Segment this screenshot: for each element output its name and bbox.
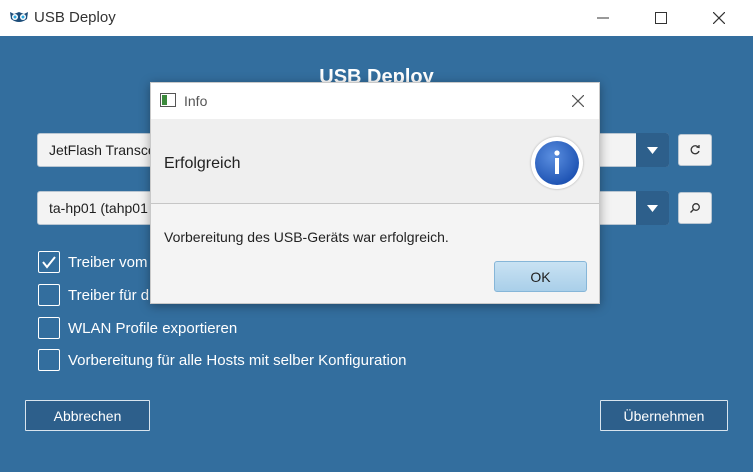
info-glyph-icon <box>535 141 579 185</box>
refresh-button[interactable] <box>678 134 712 166</box>
ok-button[interactable]: OK <box>494 261 587 292</box>
close-icon <box>713 12 725 24</box>
chevron-down-icon <box>647 146 658 154</box>
usb-device-dropdown-button[interactable] <box>636 133 669 167</box>
refresh-icon <box>690 145 700 155</box>
close-icon <box>572 95 584 107</box>
dialog-message: Vorbereitung des USB-Geräts war erfolgre… <box>164 229 449 245</box>
option-row-1[interactable]: Treiber vom <box>38 251 147 273</box>
dialog-header-text: Erfolgreich <box>164 155 241 172</box>
close-button[interactable] <box>696 0 742 36</box>
host-dropdown-button[interactable] <box>636 191 669 225</box>
window-title: USB Deploy <box>34 9 116 26</box>
option-checkbox-3[interactable] <box>38 317 60 339</box>
option-checkbox-4[interactable] <box>38 349 60 371</box>
option-checkbox-1[interactable] <box>38 251 60 273</box>
chevron-down-icon <box>647 204 658 212</box>
option-label-1: Treiber vom <box>68 253 148 271</box>
option-label-3: WLAN Profile exportieren <box>68 319 238 337</box>
apply-button[interactable]: Übernehmen <box>600 400 728 431</box>
search-icon <box>690 203 700 213</box>
dialog-titlebar: Info <box>151 83 599 119</box>
option-row-4[interactable]: Vorbereitung für alle Hosts mit selber K… <box>38 349 407 371</box>
info-dialog: Info Erfolgreich Vorbereitung des USB-Ge… <box>150 82 600 304</box>
option-row-3[interactable]: WLAN Profile exportieren <box>38 317 237 339</box>
minimize-icon <box>597 17 609 19</box>
dialog-header: Erfolgreich <box>151 119 599 204</box>
dialog-close-button[interactable] <box>561 89 595 113</box>
info-icon <box>531 137 583 189</box>
maximize-icon <box>655 12 667 24</box>
option-checkbox-2[interactable] <box>38 284 60 306</box>
search-button[interactable] <box>678 192 712 224</box>
minimize-button[interactable] <box>580 0 626 36</box>
cancel-button[interactable]: Abbrechen <box>25 400 150 431</box>
dialog-window-icon <box>160 93 176 107</box>
option-label-2: Treiber für d <box>68 286 150 304</box>
maximize-button[interactable] <box>638 0 684 36</box>
dialog-title: Info <box>184 93 208 109</box>
option-row-2[interactable]: Treiber für d <box>38 284 149 306</box>
option-label-4: Vorbereitung für alle Hosts mit selber K… <box>68 351 407 369</box>
owl-logo-icon <box>10 12 28 22</box>
checkmark-icon <box>42 256 56 269</box>
window-titlebar: USB Deploy <box>0 0 753 36</box>
usb-device-value: JetFlash Transce <box>49 142 156 158</box>
host-value: ta-hp01 (tahp01 <box>49 200 148 216</box>
